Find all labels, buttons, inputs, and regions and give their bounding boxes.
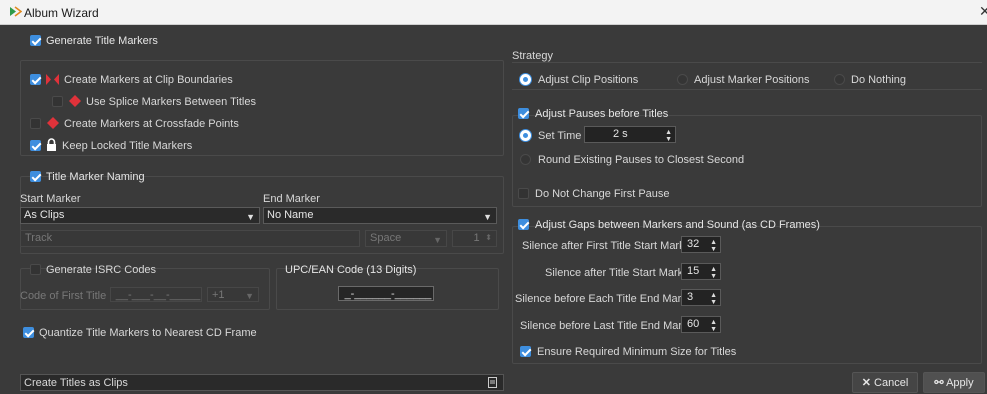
do-not-change-label: Do Not Change First Pause	[535, 188, 670, 200]
silence-value: 3	[687, 291, 694, 303]
lock-icon	[46, 138, 57, 154]
set-time-spinbox[interactable]: 2 s ▲ ▼	[584, 126, 676, 143]
start-marker-label: Start Marker	[20, 193, 81, 205]
album-wizard-logo-icon	[9, 5, 23, 21]
document-icon	[488, 377, 498, 391]
crossfade-marker-icon	[47, 117, 59, 132]
end-marker-value: No Name	[267, 209, 314, 221]
cancel-button-label: Cancel	[874, 377, 909, 389]
separator-value: Space	[370, 232, 402, 244]
chevron-down-icon: ▼	[245, 291, 254, 301]
chevron-down-icon: ▼	[483, 212, 492, 222]
quantize-checkbox[interactable]	[23, 327, 34, 338]
adjust-pauses-checkbox[interactable]	[518, 108, 529, 119]
crossfade-label: Create Markers at Crossfade Points	[64, 118, 239, 130]
ensure-minimum-checkbox[interactable]	[520, 346, 531, 357]
keep-locked-label: Keep Locked Title Markers	[62, 140, 193, 152]
silence-row-label: Silence after First Title Start Marker	[522, 240, 695, 252]
adjust-pauses-label: Adjust Pauses before Titles	[535, 108, 669, 120]
close-icon: ✕	[861, 377, 871, 389]
strategy-label: Strategy	[512, 50, 553, 62]
generate-isrc-label: Generate ISRC Codes	[46, 264, 157, 276]
spin-arrows-icon: ▲ ▼	[665, 129, 672, 143]
silence-value: 60	[687, 318, 700, 330]
splice-markers-checkbox[interactable]	[52, 96, 63, 107]
number-value: 1	[473, 232, 480, 244]
silence-spinbox[interactable]: 15 ▲ ▼	[681, 263, 721, 280]
silence-value: 15	[687, 265, 700, 277]
silence-row-label: Silence after Title Start Marker	[545, 267, 693, 279]
title-marker-naming-label: Title Marker Naming	[46, 171, 145, 183]
strategy-radio-marker[interactable]	[677, 74, 688, 85]
apply-button[interactable]: ⚯ Apply	[923, 372, 985, 393]
generate-title-markers-checkbox[interactable]	[30, 35, 41, 46]
code-first-title-label: Code of First Title	[20, 290, 107, 302]
isrc-increment-select[interactable]: +1 ▼	[207, 287, 259, 302]
creation-mode-value: Create Titles as Clips	[24, 377, 128, 389]
spin-arrows-icon: ▲ ▼	[710, 266, 717, 280]
clip-boundary-marker-icon	[46, 74, 59, 88]
upc-label: UPC/EAN Code (13 Digits)	[285, 264, 417, 276]
crossfade-checkbox[interactable]	[30, 118, 41, 129]
keep-locked-checkbox[interactable]	[30, 140, 41, 151]
silence-spinbox[interactable]: 3 ▲ ▼	[681, 289, 721, 306]
upc-input[interactable]: _-______-______	[338, 286, 434, 301]
silence-spinbox[interactable]: 32 ▲ ▼	[681, 236, 721, 253]
cancel-button[interactable]: ✕ Cancel	[852, 372, 918, 393]
naming-text-value: Track	[25, 232, 53, 244]
close-window-button[interactable]: ✕	[979, 3, 987, 20]
adjust-gaps-checkbox[interactable]	[518, 219, 529, 230]
round-pauses-radio[interactable]	[520, 154, 531, 165]
naming-text-field[interactable]: Track	[20, 230, 360, 247]
strategy-radio-nothing[interactable]	[834, 74, 845, 85]
generate-title-markers-label: Generate Title Markers	[46, 35, 158, 47]
spin-arrows-icon: ⬍	[485, 233, 492, 242]
round-pauses-label: Round Existing Pauses to Closest Second	[538, 154, 745, 166]
silence-spinbox[interactable]: 60 ▲ ▼	[681, 316, 721, 333]
silence-row-label: Silence before Last Title End Marker	[520, 320, 698, 332]
separator-select[interactable]: Space ▼	[365, 230, 447, 247]
chevron-down-icon: ▼	[246, 212, 255, 222]
link-icon: ⚯	[934, 377, 944, 389]
isrc-increment-value: +1	[212, 289, 225, 301]
strategy-radio-clip[interactable]	[520, 74, 531, 85]
do-not-change-checkbox[interactable]	[518, 188, 529, 199]
title-marker-naming-checkbox[interactable]	[30, 171, 41, 182]
start-marker-select[interactable]: As Clips ▼	[20, 207, 260, 224]
chevron-down-icon: ▼	[433, 235, 442, 245]
upc-value: _-______-______	[344, 288, 432, 300]
adjust-gaps-label: Adjust Gaps between Markers and Sound (a…	[535, 219, 820, 231]
isrc-input[interactable]: __-___-__-_____	[110, 287, 202, 302]
silence-row-label: Silence before Each Title End Marker	[515, 293, 697, 305]
end-marker-label: End Marker	[263, 193, 320, 205]
quantize-label: Quantize Title Markers to Nearest CD Fra…	[39, 327, 257, 339]
splice-markers-label: Use Splice Markers Between Titles	[86, 96, 256, 108]
strategy-option-marker: Adjust Marker Positions	[694, 74, 810, 86]
splice-marker-icon	[69, 95, 81, 110]
silence-value: 32	[687, 238, 700, 250]
strategy-divider-bottom	[512, 89, 982, 90]
generate-isrc-checkbox[interactable]	[30, 264, 41, 275]
title-bar: Album Wizard ✕	[0, 0, 987, 25]
end-marker-select[interactable]: No Name ▼	[263, 207, 497, 224]
strategy-option-nothing: Do Nothing	[851, 74, 907, 86]
isrc-value: __-___-__-_____	[115, 289, 201, 301]
ensure-minimum-label: Ensure Required Minimum Size for Titles	[537, 346, 737, 358]
spin-arrows-icon: ▲ ▼	[710, 292, 717, 306]
clip-boundaries-checkbox[interactable]	[30, 74, 41, 85]
clip-boundaries-label: Create Markers at Clip Boundaries	[64, 74, 233, 86]
creation-mode-select[interactable]: Create Titles as Clips	[20, 374, 504, 391]
window-title: Album Wizard	[24, 6, 99, 20]
strategy-option-clip: Adjust Clip Positions	[538, 74, 639, 86]
set-time-radio[interactable]	[520, 130, 531, 141]
spin-arrows-icon: ▲ ▼	[710, 239, 717, 253]
set-time-label: Set Time	[538, 130, 582, 142]
apply-button-label: Apply	[946, 377, 974, 389]
number-spinbox[interactable]: 1 ⬍	[452, 230, 497, 247]
start-marker-value: As Clips	[24, 209, 65, 221]
set-time-value: 2 s	[613, 128, 628, 140]
strategy-divider	[512, 62, 982, 63]
spin-arrows-icon: ▲ ▼	[710, 319, 717, 333]
